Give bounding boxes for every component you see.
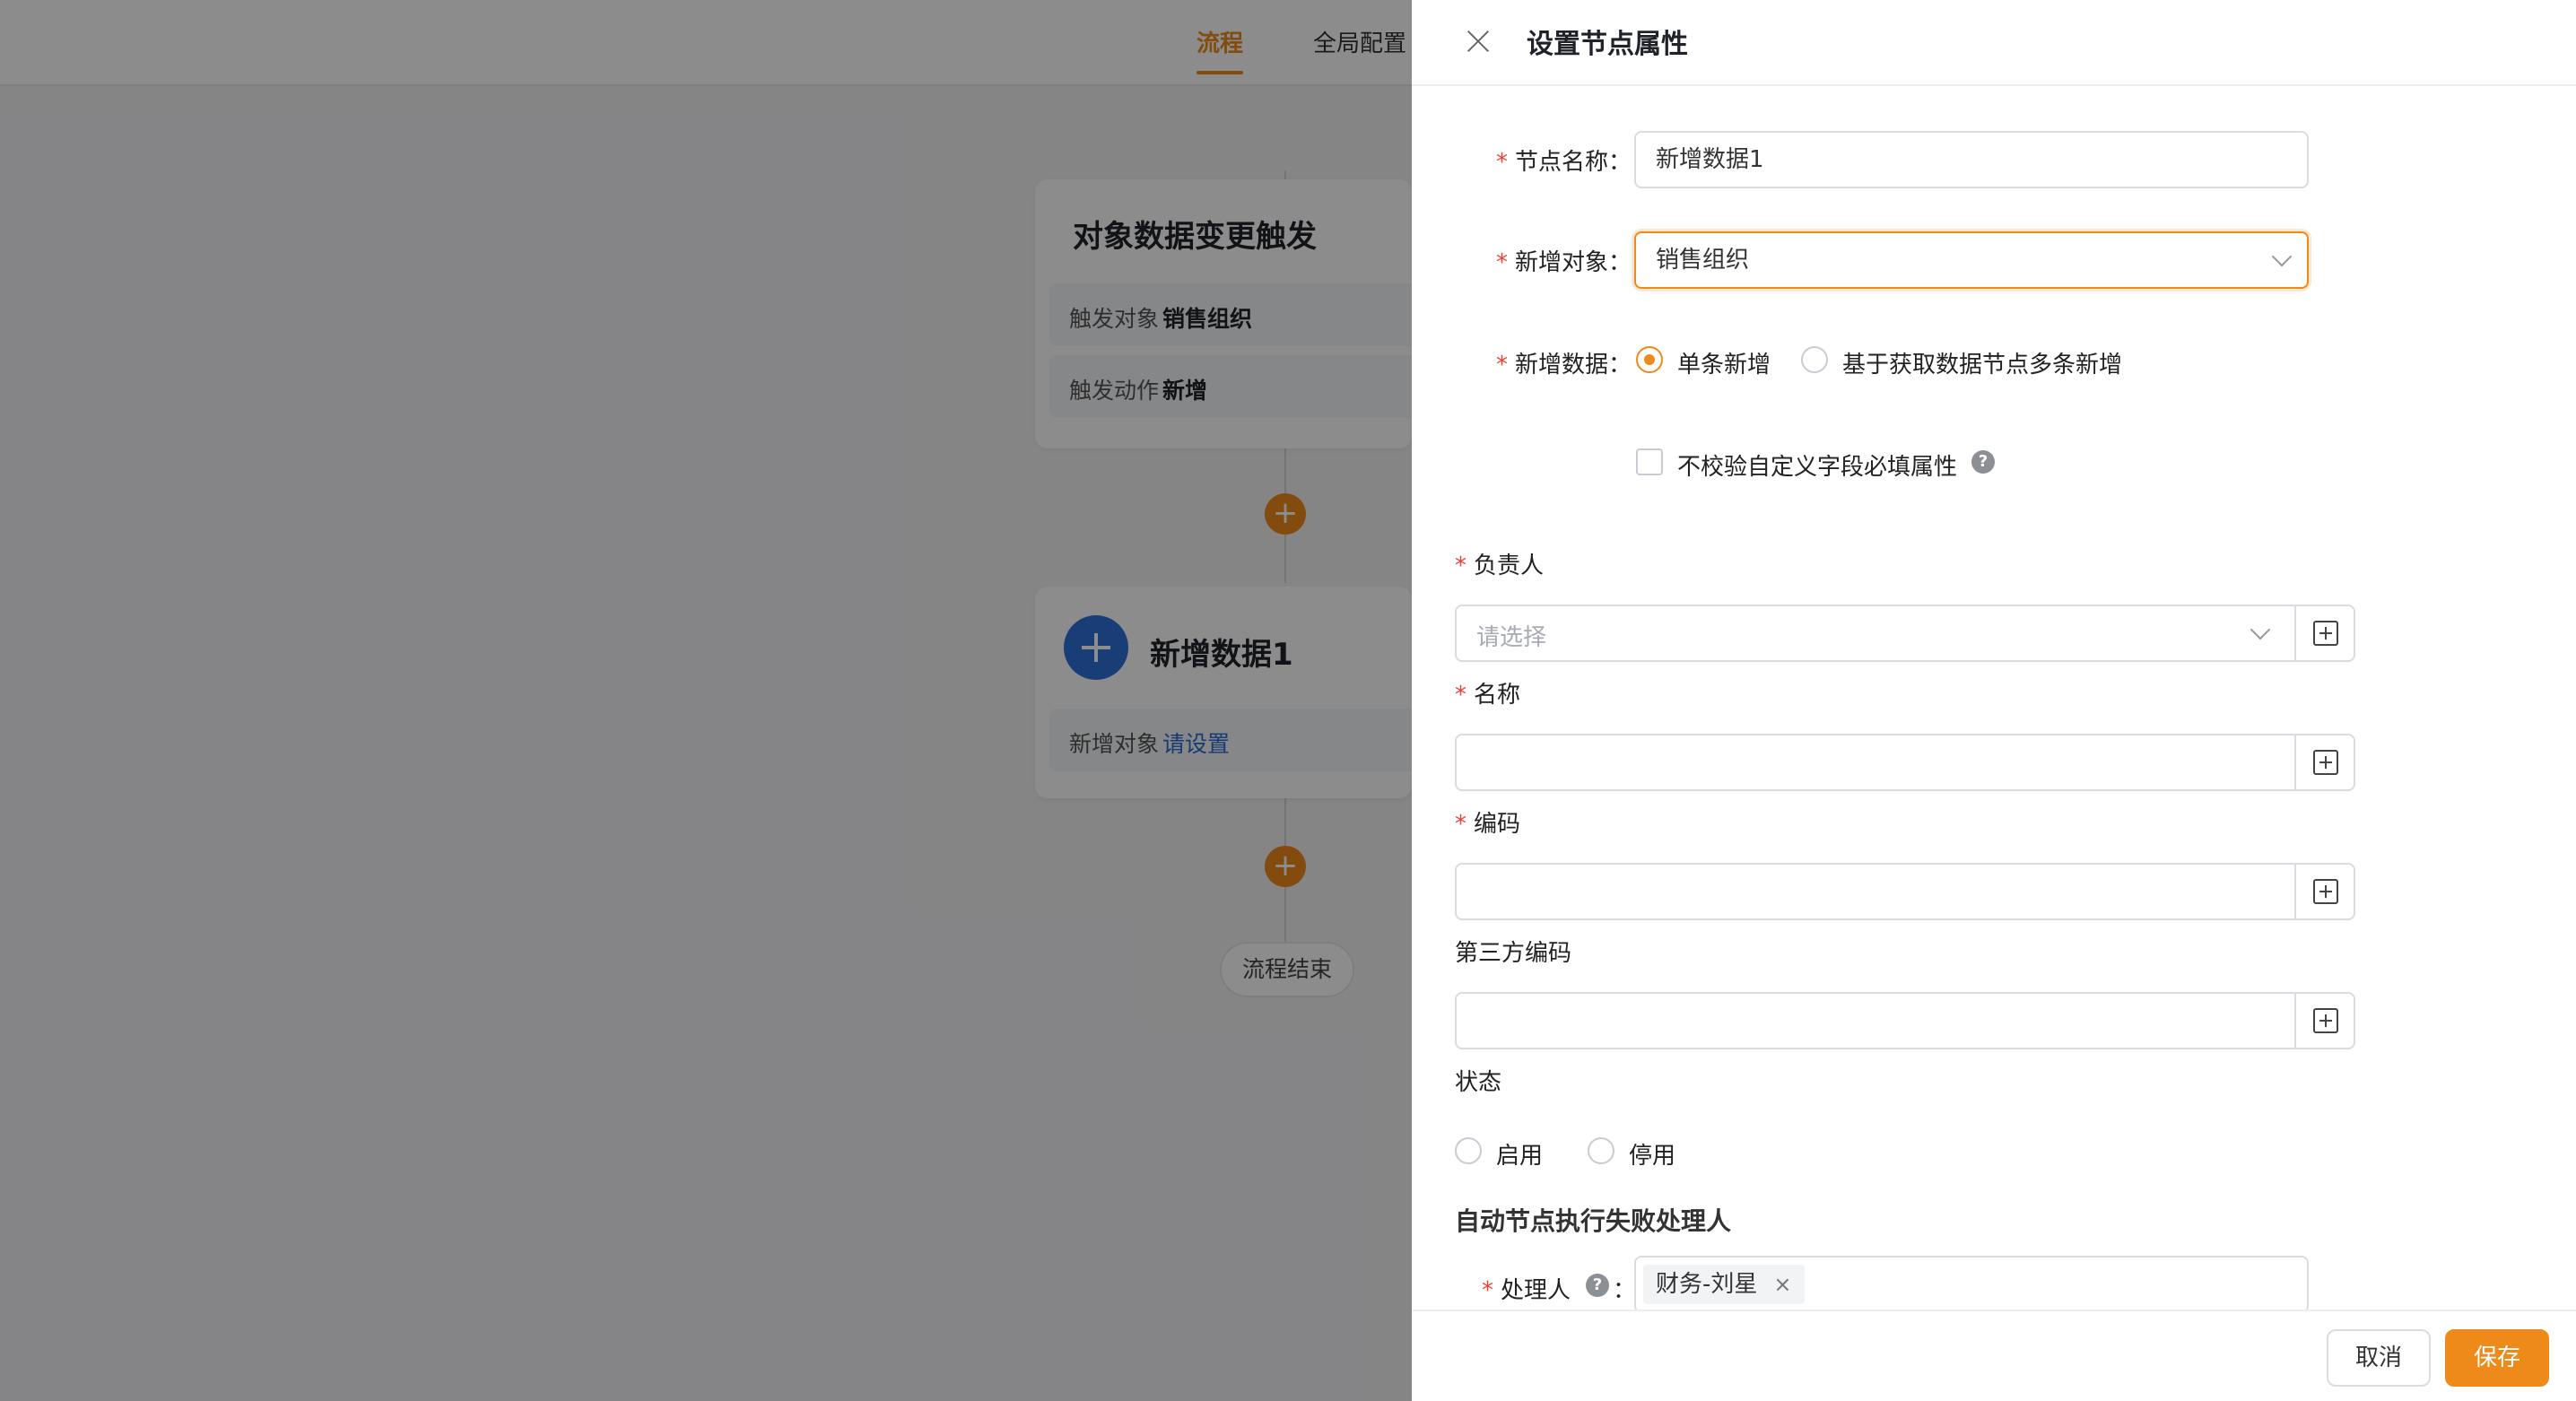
handler-label: * 处理人 <box>1482 1277 1571 1304</box>
add-object-select[interactable]: 销售组织 <box>1634 231 2309 289</box>
radio-status-enabled-label: 启用 <box>1496 1143 1544 1170</box>
status-label: 状态 <box>1455 1069 1502 1096</box>
node-name-label: * 节点名称： <box>1496 149 1632 176</box>
node-settings-drawer: 设置节点属性 <box>1412 0 2576 1401</box>
plus-square-icon <box>2313 750 2338 775</box>
third-party-code-label: 第三方编码 <box>1455 940 1572 967</box>
radio-batch-add-label: 基于获取数据节点多条新增 <box>1842 352 2123 379</box>
radio-single-add-label: 单条新增 <box>1677 352 1771 379</box>
add-data-label: * 新增数据： <box>1496 352 1632 379</box>
plus-square-icon <box>2313 1008 2338 1033</box>
radio-single-add[interactable] <box>1636 346 1663 373</box>
plus-square-icon <box>2313 879 2338 904</box>
chevron-down-icon <box>2271 246 2293 267</box>
radio-status-enabled[interactable] <box>1455 1137 1482 1164</box>
handler-select[interactable]: 财务-刘星 × <box>1634 1256 2309 1313</box>
skip-validation-label: 不校验自定义字段必填属性 <box>1677 454 1958 481</box>
add-object-label: * 新增对象： <box>1496 249 1632 276</box>
add-object-select-value: 销售组织 <box>1656 247 1750 274</box>
save-button[interactable]: 保存 <box>2445 1329 2549 1387</box>
code-input[interactable] <box>1455 863 2355 920</box>
owner-select[interactable]: 请选择 <box>1455 605 2355 662</box>
skip-validation-checkbox[interactable] <box>1636 448 1663 475</box>
name-add-button[interactable] <box>2294 735 2354 789</box>
name-label: * 名称 <box>1455 682 1521 709</box>
code-label: * 编码 <box>1455 811 1521 838</box>
handler-colon: ： <box>1613 1277 1637 1304</box>
radio-batch-add[interactable] <box>1801 346 1828 373</box>
code-add-button[interactable] <box>2294 865 2354 918</box>
name-input[interactable] <box>1455 734 2355 791</box>
radio-status-disabled[interactable] <box>1588 1137 1614 1164</box>
tag-close-icon[interactable]: × <box>1773 1272 1791 1297</box>
plus-square-icon <box>2313 621 2338 646</box>
node-name-input[interactable]: 新增数据1 <box>1634 131 2309 188</box>
owner-placeholder: 请选择 <box>1476 624 1547 651</box>
third-party-code-input[interactable] <box>1455 992 2355 1049</box>
drawer-header: 设置节点属性 <box>1412 0 2576 86</box>
fail-handler-section-title: 自动节点执行失败处理人 <box>1455 1206 1732 1236</box>
chevron-down-icon <box>2250 619 2271 640</box>
handler-tag: 财务-刘星 × <box>1643 1265 1805 1304</box>
cancel-button[interactable]: 取消 <box>2327 1329 2431 1387</box>
radio-status-disabled-label: 停用 <box>1629 1143 1676 1170</box>
third-party-code-add-button[interactable] <box>2294 994 2354 1048</box>
modal-overlay[interactable] <box>0 0 1412 1401</box>
drawer-footer: 取消 保存 <box>1412 1310 2576 1401</box>
close-icon[interactable] <box>1460 23 1496 59</box>
drawer-title: 设置节点属性 <box>1527 29 1688 60</box>
help-icon[interactable]: ? <box>1971 450 1995 474</box>
help-icon[interactable]: ? <box>1586 1274 1609 1297</box>
owner-add-button[interactable] <box>2294 606 2354 660</box>
owner-label: * 负责人 <box>1455 553 1545 579</box>
